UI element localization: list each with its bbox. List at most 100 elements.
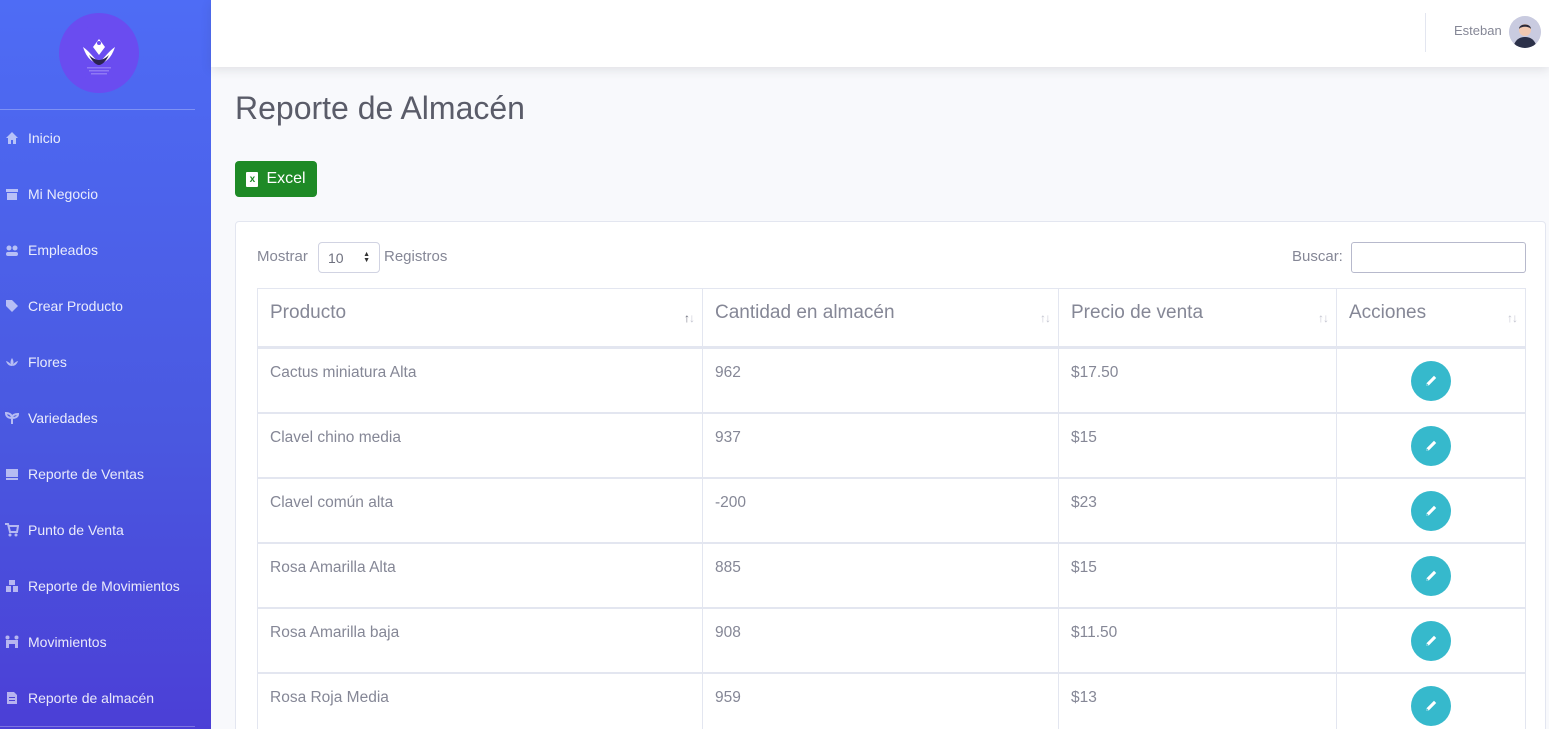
pencil-icon xyxy=(1426,570,1437,581)
cell-precio: $15 xyxy=(1058,543,1337,608)
sidebar-item-reporte-de-almac-n[interactable]: Reporte de almacén xyxy=(0,680,211,716)
sidebar-item-label: Inicio xyxy=(28,130,61,146)
sort-icon: ↑↓ xyxy=(684,311,695,325)
sidebar-item-label: Empleados xyxy=(28,242,99,258)
search-label: Buscar: xyxy=(1292,248,1343,265)
column-header-label: Precio de venta xyxy=(1071,302,1204,323)
sidebar-item-label: Crear Producto xyxy=(28,298,123,314)
search-input[interactable] xyxy=(1351,242,1526,273)
sidebar-item-label: Reporte de Ventas xyxy=(28,466,144,482)
user-name[interactable]: Esteban xyxy=(1454,23,1502,38)
sidebar-item-label: Movimientos xyxy=(28,634,107,650)
pencil-icon xyxy=(1426,700,1437,711)
cell-precio: $23 xyxy=(1058,478,1337,543)
edit-button[interactable] xyxy=(1411,491,1451,531)
edit-button[interactable] xyxy=(1411,426,1451,466)
cell-acciones xyxy=(1336,413,1526,478)
length-label: Mostrar xyxy=(257,248,308,265)
records-label: Registros xyxy=(384,248,448,265)
sort-icon: ↑↓ xyxy=(1040,311,1051,325)
seedling-icon xyxy=(4,411,20,425)
pencil-icon xyxy=(1426,505,1437,516)
length-select[interactable]: 10 ▲ ▼ xyxy=(318,242,380,273)
sidebar-item-label: Variedades xyxy=(28,410,98,426)
users-icon xyxy=(4,243,20,257)
cell-acciones xyxy=(1336,478,1526,543)
cell-acciones xyxy=(1336,348,1526,413)
file-excel-icon: x xyxy=(246,171,259,187)
cell-cantidad: 962 xyxy=(702,348,1059,413)
sidebar-item-variedades[interactable]: Variedades xyxy=(0,400,211,436)
cart-icon xyxy=(4,523,20,537)
sidebar-item-crear-producto[interactable]: Crear Producto xyxy=(0,288,211,324)
user-avatar-icon xyxy=(1509,16,1541,48)
pencil-icon xyxy=(1426,635,1437,646)
sidebar-divider xyxy=(0,726,195,727)
edit-button[interactable] xyxy=(1411,361,1451,401)
cell-precio: $13 xyxy=(1058,673,1337,729)
cell-cantidad: 937 xyxy=(702,413,1059,478)
cell-precio: $11.50 xyxy=(1058,608,1337,673)
lotus-icon xyxy=(4,355,20,369)
sidebar-item-flores[interactable]: Flores xyxy=(0,344,211,380)
sidebar-item-empleados[interactable]: Empleados xyxy=(0,232,211,268)
cell-precio: $15 xyxy=(1058,413,1337,478)
sidebar-item-label: Mi Negocio xyxy=(28,186,99,202)
length-value: 10 xyxy=(328,249,344,266)
sidebar-item-label: Reporte de almacén xyxy=(28,690,155,706)
cell-cantidad: 959 xyxy=(702,673,1059,729)
cell-precio: $17.50 xyxy=(1058,348,1337,413)
page-title: Reporte de Almacén xyxy=(235,90,525,126)
sort-icon: ↑↓ xyxy=(1318,311,1329,325)
sort-icon: ↑↓ xyxy=(1507,311,1518,325)
pencil-icon xyxy=(1426,375,1437,386)
column-header-precio[interactable]: Precio de venta ↑↓ xyxy=(1058,288,1337,348)
edit-button[interactable] xyxy=(1411,686,1451,726)
sidebar-item-movimientos[interactable]: Movimientos xyxy=(0,624,211,660)
column-header-cantidad[interactable]: Cantidad en almacén ↑↓ xyxy=(702,288,1059,348)
pencil-icon xyxy=(1426,440,1437,451)
sidebar-item-punto-de-venta[interactable]: Punto de Venta xyxy=(0,512,211,548)
store-icon xyxy=(4,187,20,201)
avatar[interactable] xyxy=(1509,16,1541,48)
cell-producto: Cactus miniatura Alta xyxy=(257,348,703,413)
column-header-label: Acciones xyxy=(1349,302,1427,323)
brand-logo[interactable] xyxy=(59,13,139,93)
topbar: Esteban xyxy=(211,0,1549,67)
sidebar-item-label: Flores xyxy=(28,354,67,370)
report-card: Mostrar 10 ▲ ▼ Registros Buscar: Producto… xyxy=(235,221,1546,729)
column-header-producto[interactable]: Producto ↑↓ xyxy=(257,288,703,348)
cell-acciones xyxy=(1336,543,1526,608)
excel-export-button[interactable]: x Excel xyxy=(235,161,317,197)
edit-button[interactable] xyxy=(1411,621,1451,661)
column-header-label: Cantidad en almacén xyxy=(715,302,895,323)
column-header-label: Producto xyxy=(270,302,347,323)
column-header-acciones[interactable]: Acciones ↑↓ xyxy=(1336,288,1526,348)
cell-cantidad: 885 xyxy=(702,543,1059,608)
select-arrows-icon: ▲ ▼ xyxy=(363,251,370,264)
boxes-icon xyxy=(4,579,20,593)
edit-button[interactable] xyxy=(1411,556,1451,596)
cell-producto: Clavel común alta xyxy=(257,478,703,543)
tag-icon xyxy=(4,299,20,313)
cell-acciones xyxy=(1336,673,1526,729)
sidebar-item-reporte-de-movimientos[interactable]: Reporte de Movimientos xyxy=(0,568,211,604)
sidebar-item-reporte-de-ventas[interactable]: Reporte de Ventas xyxy=(0,456,211,492)
sidebar: Inicio Mi Negocio Empleados Crear Producto F… xyxy=(0,0,211,729)
file-icon xyxy=(4,691,20,705)
cell-producto: Rosa Roja Media xyxy=(257,673,703,729)
cell-cantidad: -200 xyxy=(702,478,1059,543)
pallet-icon xyxy=(4,467,20,481)
topbar-divider xyxy=(1425,13,1426,52)
cell-cantidad: 908 xyxy=(702,608,1059,673)
sidebar-item-mi-negocio[interactable]: Mi Negocio xyxy=(0,176,211,212)
sidebar-item-label: Punto de Venta xyxy=(28,522,124,538)
sidebar-divider xyxy=(0,109,195,110)
sidebar-item-inicio[interactable]: Inicio xyxy=(0,120,211,156)
lotus-logo-icon xyxy=(71,25,127,81)
home-icon xyxy=(4,131,20,145)
people-carry-icon xyxy=(4,635,20,649)
cell-acciones xyxy=(1336,608,1526,673)
sidebar-item-label: Reporte de Movimientos xyxy=(28,578,180,594)
excel-button-label: Excel xyxy=(266,170,306,187)
